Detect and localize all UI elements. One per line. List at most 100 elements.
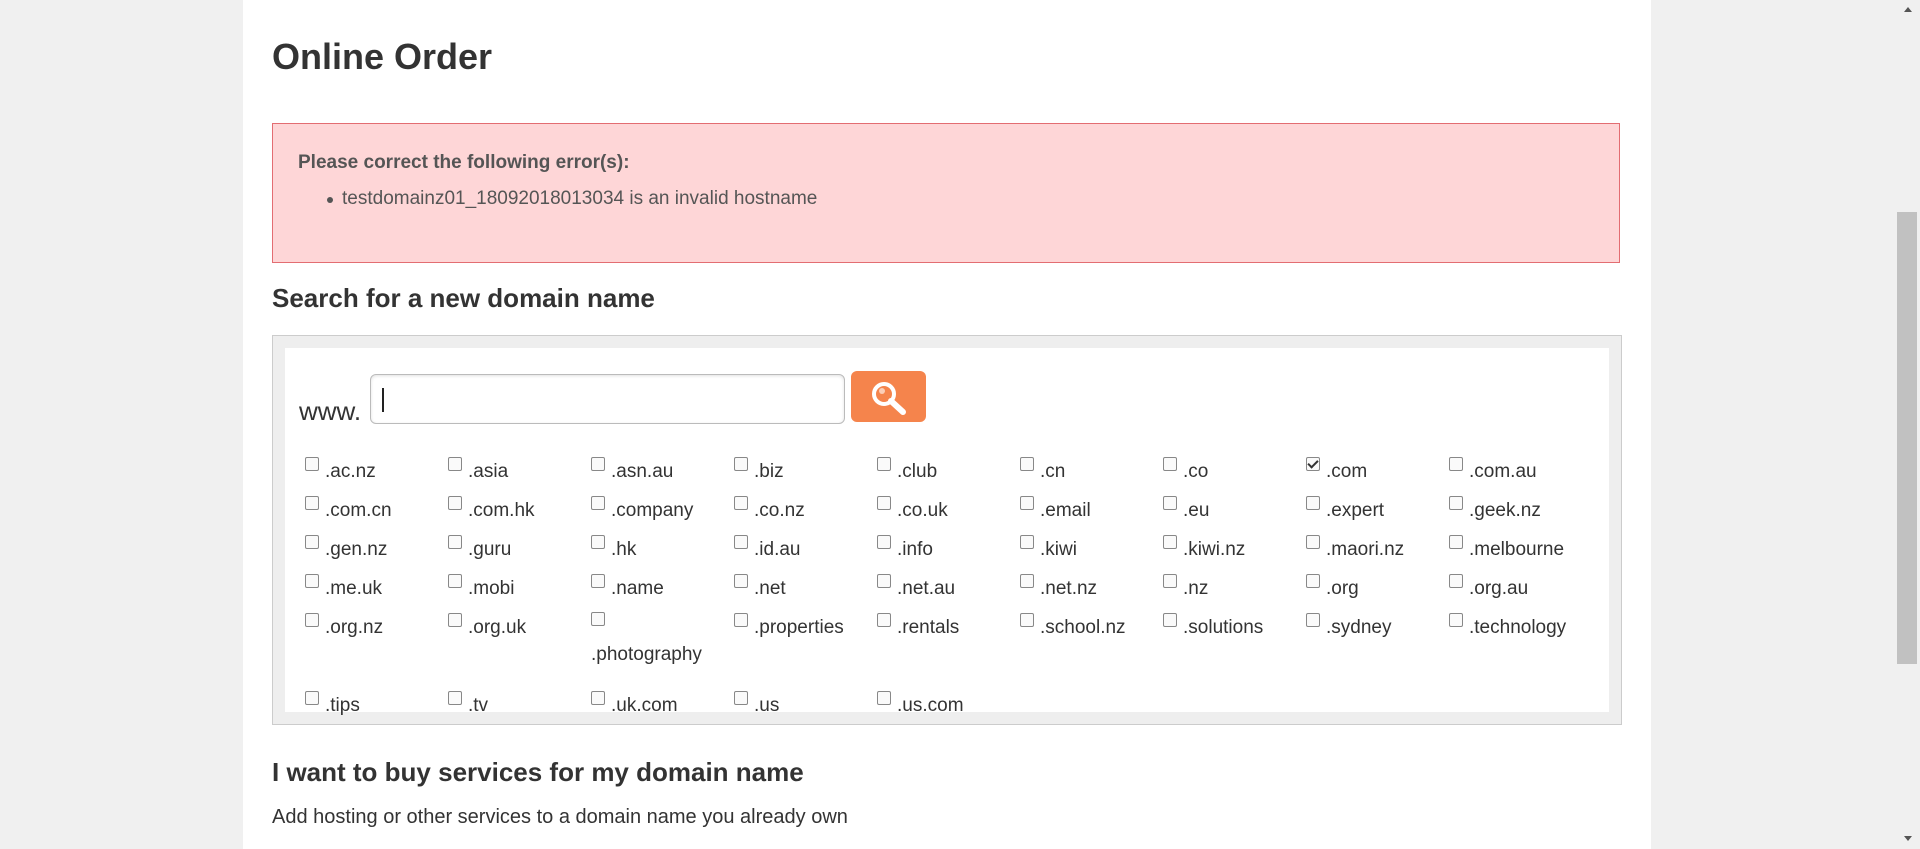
tld-checkbox[interactable]	[877, 457, 891, 471]
tld-checkbox[interactable]	[448, 574, 462, 588]
tld-option[interactable]: .mobi	[448, 573, 591, 605]
tld-option[interactable]: .technology	[1449, 612, 1592, 644]
tld-checkbox[interactable]	[591, 612, 605, 626]
tld-checkbox[interactable]	[1020, 535, 1034, 549]
tld-checkbox[interactable]	[305, 457, 319, 471]
tld-checkbox[interactable]	[1020, 496, 1034, 510]
tld-checkbox[interactable]	[1020, 613, 1034, 627]
tld-checkbox[interactable]	[1163, 457, 1177, 471]
tld-option[interactable]: .email	[1020, 495, 1163, 527]
tld-option[interactable]: .hk	[591, 534, 734, 566]
tld-checkbox[interactable]	[877, 535, 891, 549]
tld-checkbox[interactable]	[734, 535, 748, 549]
tld-option[interactable]: .co.uk	[877, 495, 1020, 527]
tld-checkbox[interactable]	[591, 574, 605, 588]
tld-option[interactable]: .tv	[448, 690, 591, 722]
tld-checkbox[interactable]	[877, 691, 891, 705]
tld-option[interactable]: .kiwi	[1020, 534, 1163, 566]
tld-checkbox[interactable]	[1449, 535, 1463, 549]
tld-checkbox[interactable]	[305, 535, 319, 549]
tld-option[interactable]: .com.au	[1449, 456, 1592, 488]
tld-checkbox[interactable]	[1306, 535, 1320, 549]
tld-checkbox[interactable]	[305, 574, 319, 588]
tld-option[interactable]: .co.nz	[734, 495, 877, 527]
tld-option[interactable]: .com	[1306, 456, 1449, 488]
tld-option[interactable]: .net.au	[877, 573, 1020, 605]
tld-option[interactable]: .org	[1306, 573, 1449, 605]
tld-option[interactable]: .rentals	[877, 612, 1020, 644]
tld-checkbox[interactable]	[1306, 613, 1320, 627]
tld-checkbox[interactable]	[1449, 457, 1463, 471]
tld-checkbox[interactable]	[1449, 613, 1463, 627]
tld-checkbox[interactable]	[1306, 457, 1320, 471]
tld-option[interactable]: .solutions	[1163, 612, 1306, 644]
tld-option[interactable]: .me.uk	[305, 573, 448, 605]
tld-option[interactable]: .sydney	[1306, 612, 1449, 644]
tld-option[interactable]: .school.nz	[1020, 612, 1163, 644]
tld-option[interactable]: .cn	[1020, 456, 1163, 488]
tld-option[interactable]: .net.nz	[1020, 573, 1163, 605]
tld-option[interactable]: .org.nz	[305, 612, 448, 644]
tld-checkbox[interactable]	[591, 457, 605, 471]
tld-checkbox[interactable]	[1306, 574, 1320, 588]
tld-option[interactable]: .gen.nz	[305, 534, 448, 566]
tld-checkbox[interactable]	[591, 496, 605, 510]
tld-checkbox[interactable]	[1306, 496, 1320, 510]
domain-search-input[interactable]	[370, 374, 845, 424]
tld-option[interactable]: .properties	[734, 612, 877, 644]
tld-option[interactable]: .asia	[448, 456, 591, 488]
tld-checkbox[interactable]	[877, 574, 891, 588]
tld-checkbox[interactable]	[877, 613, 891, 627]
tld-option[interactable]: .ac.nz	[305, 456, 448, 488]
tld-checkbox[interactable]	[1163, 496, 1177, 510]
tld-option[interactable]: .melbourne	[1449, 534, 1592, 566]
tld-checkbox[interactable]	[305, 496, 319, 510]
tld-option[interactable]: .nz	[1163, 573, 1306, 605]
tld-checkbox[interactable]	[591, 535, 605, 549]
tld-option[interactable]: .geek.nz	[1449, 495, 1592, 527]
tld-checkbox[interactable]	[734, 613, 748, 627]
scroll-down-arrow-icon[interactable]	[1895, 829, 1920, 849]
tld-checkbox[interactable]	[448, 691, 462, 705]
tld-option[interactable]: .asn.au	[591, 456, 734, 488]
tld-option[interactable]: .id.au	[734, 534, 877, 566]
tld-checkbox[interactable]	[1020, 574, 1034, 588]
tld-option[interactable]: .com.cn	[305, 495, 448, 527]
search-button[interactable]	[851, 371, 926, 422]
tld-option[interactable]: .guru	[448, 534, 591, 566]
vertical-scrollbar[interactable]	[1895, 0, 1920, 849]
tld-checkbox[interactable]	[1449, 496, 1463, 510]
tld-option[interactable]: .org.au	[1449, 573, 1592, 605]
tld-option[interactable]: .club	[877, 456, 1020, 488]
tld-checkbox[interactable]	[448, 535, 462, 549]
tld-option[interactable]: .us.com	[877, 690, 1020, 722]
tld-checkbox[interactable]	[734, 574, 748, 588]
tld-checkbox[interactable]	[734, 691, 748, 705]
tld-option[interactable]: .kiwi.nz	[1163, 534, 1306, 566]
tld-checkbox[interactable]	[591, 691, 605, 705]
tld-checkbox[interactable]	[305, 613, 319, 627]
tld-option[interactable]: .com.hk	[448, 495, 591, 527]
tld-checkbox[interactable]	[448, 496, 462, 510]
tld-checkbox[interactable]	[877, 496, 891, 510]
tld-checkbox[interactable]	[448, 457, 462, 471]
tld-option[interactable]: .eu	[1163, 495, 1306, 527]
tld-checkbox[interactable]	[1449, 574, 1463, 588]
tld-checkbox[interactable]	[305, 691, 319, 705]
tld-checkbox[interactable]	[1163, 574, 1177, 588]
tld-option[interactable]: .uk.com	[591, 690, 734, 722]
tld-option[interactable]: .co	[1163, 456, 1306, 488]
tld-option[interactable]: .org.uk	[448, 612, 591, 644]
scrollbar-thumb[interactable]	[1897, 212, 1917, 664]
tld-checkbox[interactable]	[1020, 457, 1034, 471]
tld-option[interactable]: .maori.nz	[1306, 534, 1449, 566]
tld-option[interactable]: .tips	[305, 690, 448, 722]
tld-option[interactable]: .expert	[1306, 495, 1449, 527]
tld-option[interactable]: .net	[734, 573, 877, 605]
scroll-up-arrow-icon[interactable]	[1895, 0, 1920, 20]
tld-checkbox[interactable]	[1163, 613, 1177, 627]
tld-option[interactable]: .biz	[734, 456, 877, 488]
tld-option[interactable]: .info	[877, 534, 1020, 566]
tld-checkbox[interactable]	[734, 457, 748, 471]
tld-option[interactable]: .company	[591, 495, 734, 527]
